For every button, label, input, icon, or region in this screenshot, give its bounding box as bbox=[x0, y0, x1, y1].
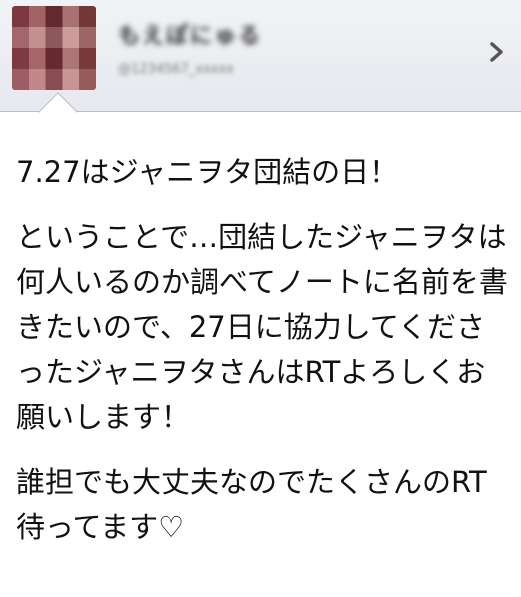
chevron-right-icon[interactable] bbox=[484, 40, 508, 64]
avatar[interactable] bbox=[12, 6, 96, 90]
profile-header[interactable]: もえぽにゅる @1234567_xxxxx bbox=[0, 0, 521, 112]
tweet-paragraph-1: 7.27はジャニヲタ団結の日！ bbox=[16, 155, 399, 189]
author-handle: @1234567_xxxxx bbox=[118, 62, 234, 77]
tweet-paragraph-2: ということで…団結したジャニヲタは何人いるのか調べてノートに名前を書きたいので、… bbox=[16, 220, 508, 434]
tweet-paragraph-3: 誰担でも大丈夫なのでたくさんのRT待ってます♡ bbox=[16, 465, 487, 544]
tweet-body: 7.27はジャニヲタ団結の日！ ということで…団結したジャニヲタは何人いるのか調… bbox=[16, 150, 510, 570]
author-display-name: もえぽにゅる bbox=[118, 24, 263, 49]
